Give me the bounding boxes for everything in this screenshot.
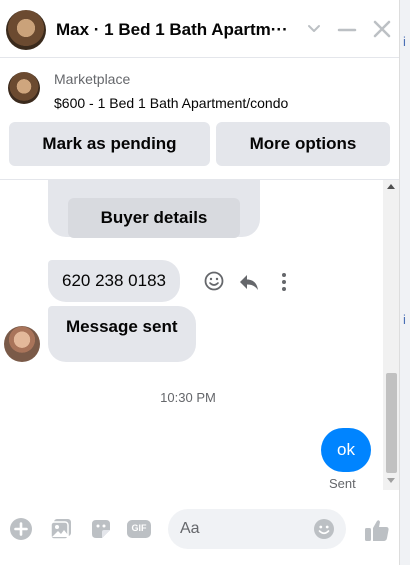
gif-icon[interactable]: GIF <box>126 516 152 542</box>
sender-avatar[interactable] <box>4 326 40 362</box>
add-icon[interactable] <box>8 516 34 542</box>
listing-avatar[interactable] <box>6 10 46 50</box>
message-list: Buyer details 620 238 0183 Message sent … <box>0 180 399 500</box>
phone-message[interactable]: 620 238 0183 <box>48 260 180 302</box>
chevron-down-icon[interactable] <box>303 17 325 39</box>
photo-icon[interactable] <box>48 516 74 542</box>
marketplace-card: Marketplace $600 - 1 Bed 1 Bath Apartmen… <box>0 58 399 180</box>
scroll-up-arrow[interactable] <box>387 184 395 189</box>
message-text: Message sent <box>66 317 178 336</box>
own-message-bubble[interactable]: ok <box>321 428 371 472</box>
emoji-icon[interactable] <box>313 518 335 540</box>
more-options-button[interactable]: More options <box>216 122 390 166</box>
reply-icon[interactable] <box>238 271 260 293</box>
chat-header[interactable]: Max · 1 Bed 1 Bath Apartm··· <box>0 0 399 58</box>
edge-glyph: i <box>403 34 406 49</box>
mark-as-pending-button[interactable]: Mark as pending <box>9 122 210 166</box>
buyer-details-button[interactable]: Buyer details <box>68 198 240 238</box>
listing-thumbnail[interactable] <box>8 72 40 104</box>
scroll-thumb[interactable] <box>386 373 397 473</box>
background-page-edge: i i <box>400 0 410 565</box>
gif-label: GIF <box>131 523 147 533</box>
listing-title[interactable]: $600 - 1 Bed 1 Bath Apartment/condo <box>54 95 288 111</box>
message-bubble[interactable]: Message sent <box>48 306 196 362</box>
delivery-status: Sent <box>329 476 356 491</box>
marketplace-label: Marketplace <box>54 71 131 87</box>
smile-icon[interactable] <box>203 270 225 292</box>
timestamp: 10:30 PM <box>160 390 216 405</box>
scroll-down-arrow[interactable] <box>387 478 395 483</box>
close-icon[interactable] <box>371 18 393 40</box>
thumbs-up-icon[interactable] <box>363 516 391 544</box>
composer-bar: GIF <box>0 500 399 565</box>
more-vertical-icon[interactable] <box>274 271 294 293</box>
edge-glyph: i <box>403 312 406 327</box>
chat-title[interactable]: Max · 1 Bed 1 Bath Apartm··· <box>56 20 301 40</box>
scrollbar[interactable] <box>383 180 399 490</box>
chat-window: Max · 1 Bed 1 Bath Apartm··· Marketplace… <box>0 0 400 565</box>
minimize-icon[interactable] <box>336 19 358 41</box>
sticker-icon[interactable] <box>88 516 114 542</box>
